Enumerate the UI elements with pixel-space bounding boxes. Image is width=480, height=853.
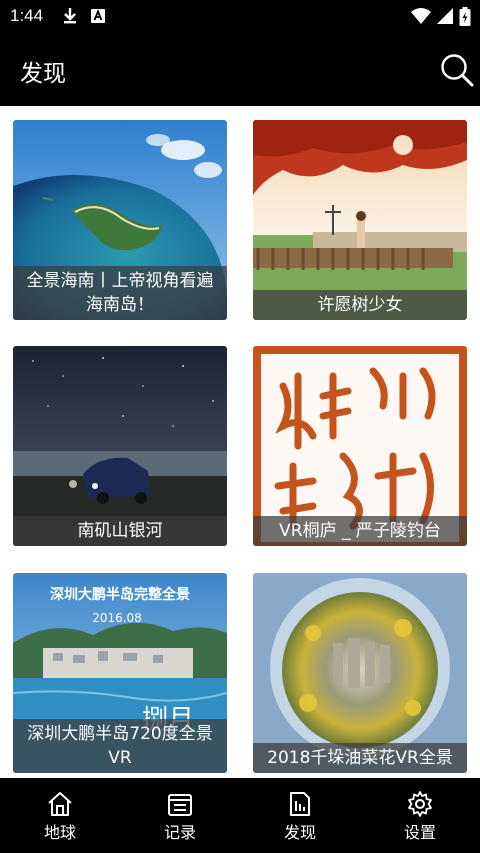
overlay-date: 2016.08 — [92, 611, 142, 625]
nav-label: 发现 — [283, 823, 316, 842]
card-caption: 南矶山银河 — [13, 516, 227, 546]
search-icon[interactable] — [440, 53, 474, 87]
nav-item-discover[interactable]: 发现 — [240, 778, 360, 853]
font-app-icon — [91, 9, 105, 23]
nav-label: 设置 — [403, 823, 436, 842]
overlay-title: 深圳大鹏半岛完整全景 — [50, 586, 190, 603]
gear-icon — [408, 791, 432, 817]
card-hainan[interactable]: 全景海南丨上帝视角看遍海南岛！ — [13, 120, 227, 320]
card-tonglu-seal[interactable]: VR桐庐 _ 严子陵钓台 — [253, 346, 467, 546]
card-wishing-tree[interactable]: 许愿树少女 — [253, 120, 467, 320]
card-caption: 全景海南丨上帝视角看遍海南岛！ — [13, 266, 227, 320]
wifi-icon — [411, 8, 431, 24]
card-caption: VR桐庐 _ 严子陵钓台 — [253, 516, 467, 546]
nav-item-records[interactable]: 记录 — [120, 778, 240, 853]
battery-icon — [459, 7, 471, 26]
card-qianduo-rapeseed[interactable]: 2018千垛油菜花VR全景 — [253, 573, 467, 773]
discover-grid: 全景海南丨上帝视角看遍海南岛！ 许愿树少女 南矶山银河 VR桐庐 _ 严子陵钓台… — [0, 106, 480, 778]
download-icon — [64, 8, 76, 24]
card-caption: 2018千垛油菜花VR全景 — [253, 743, 467, 773]
card-caption: 深圳大鹏半岛720度全景VR — [13, 719, 227, 773]
nav-item-settings[interactable]: 设置 — [360, 778, 480, 853]
status-bar: 1:44 — [0, 0, 480, 34]
nav-item-earth[interactable]: 地球 — [0, 778, 120, 853]
card-shenzhen-dapeng[interactable]: 深圳大鹏半岛完整全景 2016.08 捌月 深圳大鹏半岛720度全景VR — [13, 573, 227, 773]
app-bar: 发现 — [0, 34, 480, 106]
nav-label: 记录 — [163, 823, 196, 842]
list-icon — [168, 794, 192, 816]
card-caption: 许愿树少女 — [253, 290, 467, 320]
document-icon — [290, 792, 310, 816]
home-icon — [48, 792, 72, 816]
card-nanji-milkyway[interactable]: 南矶山银河 — [13, 346, 227, 546]
page-title: 发现 — [20, 61, 66, 87]
status-time: 1:44 — [10, 6, 44, 25]
nav-label: 地球 — [43, 823, 76, 842]
bottom-navigation: 地球 记录 发现 设置 — [0, 778, 480, 853]
signal-icon — [437, 8, 453, 24]
